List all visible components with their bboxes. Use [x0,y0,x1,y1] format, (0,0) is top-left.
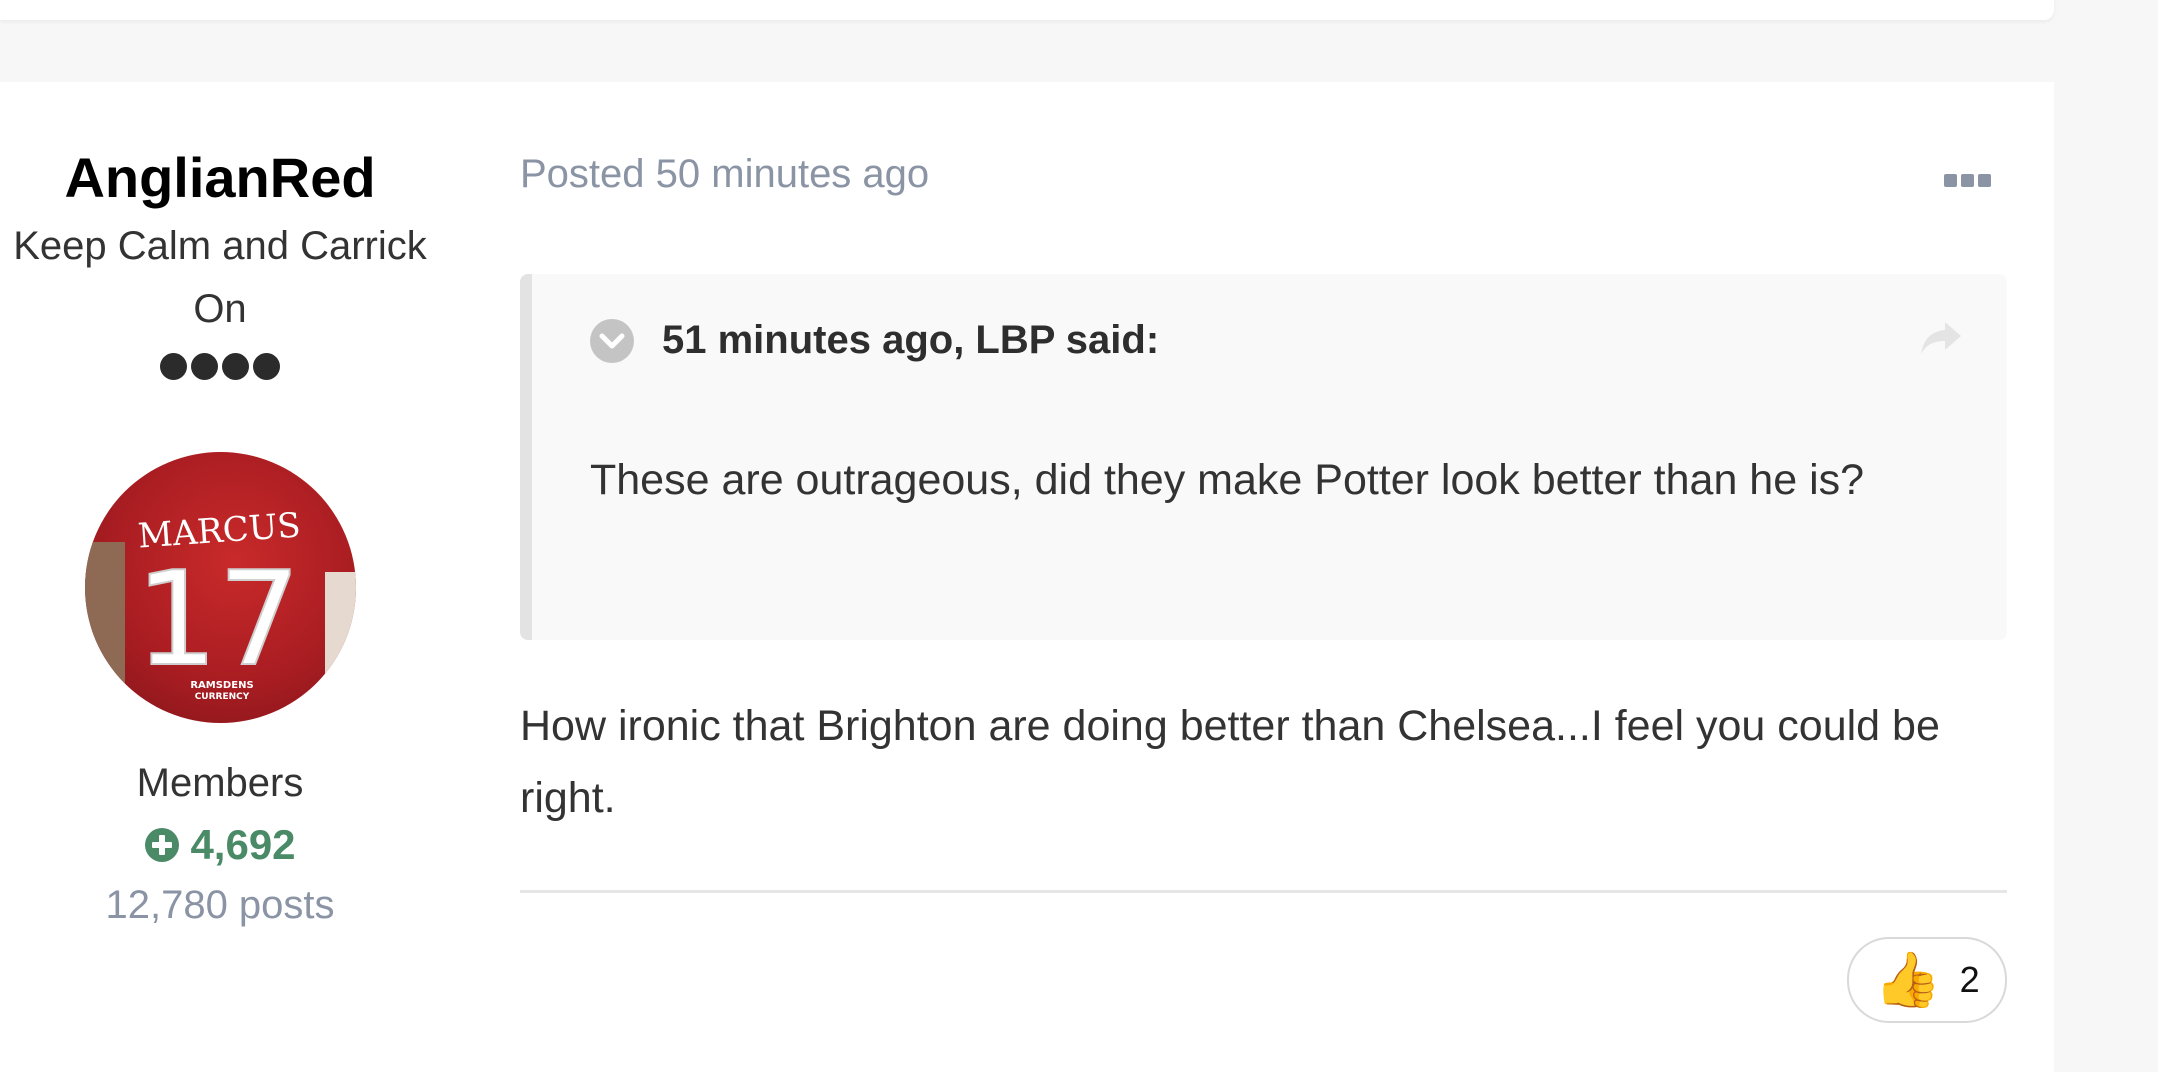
chevron-down-circle-icon[interactable] [590,318,634,363]
quote-citation: 51 minutes ago, LBP said: [662,318,1160,362]
rank-pip [222,353,249,381]
sponsor-line-1: RAMSDENS [190,680,253,691]
reputation: 4,692 [0,821,440,869]
ellipsis-icon [1944,174,1991,187]
quote-text: These are outrageous, did they make Pott… [590,456,1865,504]
reaction-count: 2 [1959,959,1980,1000]
author-name[interactable]: AnglianRed [0,144,440,211]
share-arrow-icon [1921,322,1961,354]
plus-circle-icon [145,828,180,863]
post-body-text: How ironic that Brighton are doing bette… [520,702,1940,822]
member-group: Members [136,761,304,806]
thumbs-up-icon: 👍 [1874,950,1942,1010]
rank-pip [160,353,187,381]
shirt-number-text: 17 [135,543,300,695]
more-options-button[interactable] [1920,166,2016,196]
quote-block: 51 minutes ago, LBP said: These are outr… [520,274,2007,640]
quote-header: 51 minutes ago, LBP said: [590,318,1159,363]
post-count[interactable]: 12,780 posts [0,883,440,928]
post-timestamp[interactable]: Posted 50 minutes ago [520,152,929,197]
rank-pip [191,353,218,381]
previous-post-card [0,0,2054,20]
post-card: AnglianRed Keep Calm and Carrick On MARC… [0,82,2054,1072]
sponsor-line-2: CURRENCY [194,692,249,702]
reputation-value: 4,692 [190,821,296,869]
author-panel: AnglianRed Keep Calm and Carrick On MARC… [0,144,440,928]
avatar-shirt-image: MARCUS 17 RAMSDENS CURRENCY [84,506,356,724]
rank-pip [253,353,280,381]
avatar[interactable]: MARCUS 17 RAMSDENS CURRENCY [84,452,356,724]
rank-pips [0,353,440,381]
quote-share-button[interactable] [1919,318,1963,363]
post-divider [520,890,2007,893]
reaction-button[interactable]: 👍 2 [1847,937,2007,1023]
author-title: Keep Calm and Carrick On [13,224,427,332]
